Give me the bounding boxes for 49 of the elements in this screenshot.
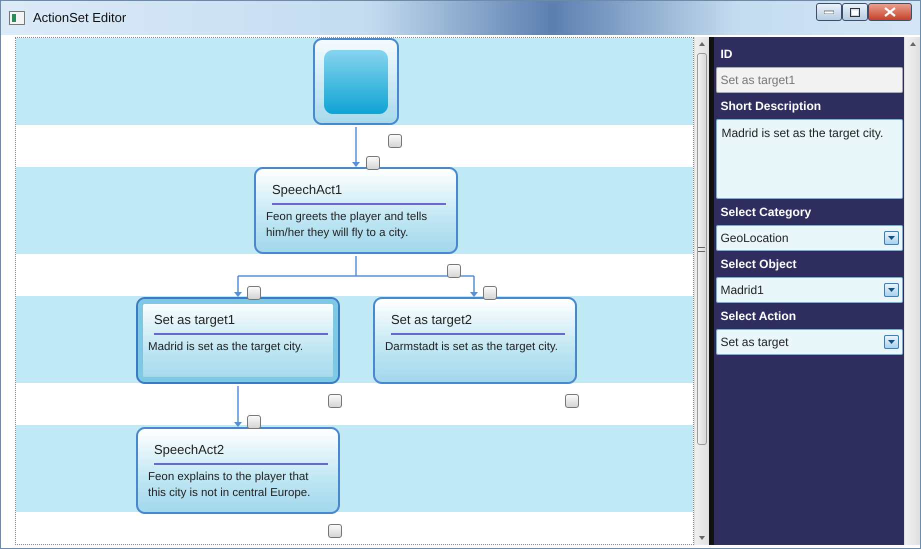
dropdown[interactable]: Set as target [716, 329, 904, 355]
maximize-icon [850, 8, 860, 16]
close-icon [884, 7, 896, 17]
field-label: Select Object [719, 256, 798, 273]
window-title: ActionSet Editor [33, 9, 128, 28]
checkbox[interactable] [366, 156, 380, 170]
checkbox[interactable] [447, 264, 461, 278]
node-title: SpeechAct2 [154, 438, 328, 464]
node-title: Set as target2 [391, 308, 565, 334]
maximize-button[interactable] [842, 3, 868, 21]
close-button[interactable] [868, 3, 912, 21]
node-title: SpeechAct1 [272, 178, 446, 204]
connector-arrow [234, 386, 242, 427]
node-description: Feon explains to the player that this city is not in central Europe. [148, 470, 312, 500]
checkbox[interactable] [328, 524, 342, 538]
checkbox[interactable] [328, 394, 342, 408]
minimize-icon [824, 10, 834, 14]
start-node[interactable] [313, 38, 399, 125]
start-node-icon [324, 50, 388, 114]
checkbox[interactable] [247, 415, 261, 429]
speech-node[interactable]: SpeechAct2 Feon explains to the player that this city is not in central Europe. [136, 427, 340, 514]
dropdown[interactable]: Madrid1 [716, 277, 904, 303]
scroll-thumb[interactable] [696, 53, 708, 445]
field-label: Short Description [719, 98, 822, 115]
node-description: Darmstadt is set as the target city. [385, 340, 559, 354]
scrollbar[interactable] [904, 37, 920, 545]
id-field[interactable]: Set as target1 [716, 67, 904, 93]
action-node[interactable]: Set as target2 Darmstadt is set as the target city. [373, 297, 577, 384]
field-label: Select Category [719, 204, 812, 221]
scroll-up-icon[interactable] [698, 42, 705, 46]
checkbox[interactable] [565, 394, 579, 408]
node-description: Feon greets the player and tells him/her they will fly to a city. [266, 210, 428, 240]
dropdown[interactable]: GeoLocation [716, 225, 904, 251]
node-title: Set as target1 [154, 308, 328, 334]
action-node[interactable]: Set as target1 Madrid is set as the target city. [136, 297, 340, 384]
connector-arrow [352, 127, 360, 167]
checkbox[interactable] [483, 286, 497, 300]
field-label: ID [719, 46, 734, 63]
field-label: Select Action [719, 308, 798, 325]
scroll-up-icon[interactable] [910, 42, 916, 46]
checkbox[interactable] [247, 286, 261, 300]
checkbox[interactable] [388, 134, 402, 148]
scrollbar[interactable] [694, 37, 710, 545]
scroll-down-icon[interactable] [698, 536, 705, 540]
description-field[interactable]: Madrid is set as the target city. [716, 119, 904, 199]
node-description: Madrid is set as the target city. [148, 340, 304, 354]
speech-node[interactable]: SpeechAct1 Feon greets the player and tells him/her they will fly to a city. [254, 167, 458, 254]
app-icon [9, 11, 25, 25]
minimize-button[interactable] [816, 3, 842, 21]
